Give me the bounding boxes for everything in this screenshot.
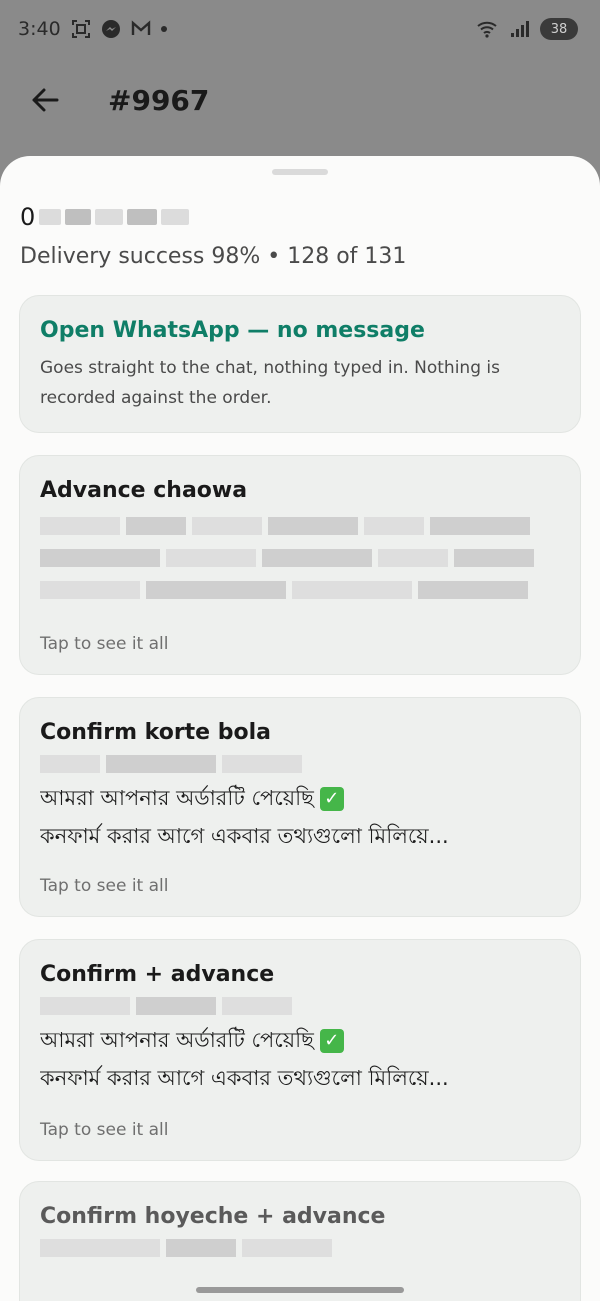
tap-hint: Tap to see it all (40, 634, 169, 654)
template-card-confirm-hoyeche-advance[interactable]: Confirm hoyeche + advance (19, 1181, 581, 1301)
card-title: Advance chaowa (40, 478, 248, 503)
contact-initial: 0 (20, 203, 36, 231)
signal-icon (511, 21, 529, 37)
redacted-text (65, 209, 92, 225)
redacted-text (95, 209, 124, 225)
message-preview-line-2: কনফার্ম করার আগে একবার তথ্যগুলো মিলিয়ে.… (40, 824, 449, 848)
bottom-sheet: 0 Delivery success 98% • 128 of 131 Open… (0, 156, 600, 1301)
status-right: 38 (476, 18, 578, 40)
card-title: Open WhatsApp — no message (40, 318, 425, 343)
message-preview-line-1: আমরা আপনার অর্ডারটি পেয়েছি ✓ (40, 1021, 560, 1059)
redacted-message-preview (40, 517, 560, 599)
status-left: 3:40 (18, 18, 167, 40)
notification-dot (160, 26, 167, 32)
redacted-greeting (40, 997, 560, 1015)
contact-name: 0 (20, 202, 190, 232)
status-bar: 3:40 38 (0, 0, 600, 58)
check-mark-icon: ✓ (319, 787, 344, 811)
back-button[interactable] (28, 83, 62, 117)
tap-hint: Tap to see it all (40, 1120, 169, 1140)
home-indicator[interactable] (196, 1287, 404, 1293)
card-title: Confirm hoyeche + advance (40, 1204, 386, 1229)
check-mark-icon: ✓ (319, 1029, 344, 1053)
drag-handle[interactable] (272, 169, 328, 175)
delivery-stats: Delivery success 98% • 128 of 131 (20, 244, 407, 269)
message-preview-line-1: আমরা আপনার অর্ডারটি পেয়েছি ✓ (40, 779, 560, 817)
app-bar: #9967 (0, 58, 600, 142)
redacted-text (127, 209, 158, 225)
template-card-open-whatsapp[interactable]: Open WhatsApp — no message Goes straight… (19, 295, 581, 433)
screenshot-icon (71, 20, 90, 38)
tap-hint: Tap to see it all (40, 876, 169, 896)
battery-icon: 38 (540, 18, 578, 40)
card-title: Confirm + advance (40, 962, 275, 987)
wifi-icon (477, 21, 497, 38)
redacted-text (161, 209, 190, 225)
message-preview-line-2: কনফার্ম করার আগে একবার তথ্যগুলো মিলিয়ে.… (40, 1066, 449, 1090)
template-card-confirm-advance[interactable]: Confirm + advance আমরা আপনার অর্ডারটি পে… (19, 939, 581, 1161)
card-title: Confirm korte bola (40, 720, 272, 745)
card-description: Goes straight to the chat, nothing typed… (40, 358, 500, 408)
redacted-greeting (40, 1239, 560, 1257)
template-card-confirm-korte-bola[interactable]: Confirm korte bola আমরা আপনার অর্ডারটি প… (19, 697, 581, 917)
clock: 3:40 (18, 18, 61, 40)
order-title: #9967 (108, 83, 210, 117)
template-card-advance-chaowa[interactable]: Advance chaowa Tap to see it all (19, 455, 581, 675)
redacted-greeting (40, 755, 560, 773)
arrow-left-icon (32, 88, 59, 112)
messenger-icon (101, 20, 120, 38)
redacted-text (39, 209, 62, 225)
gmail-icon (131, 20, 150, 35)
